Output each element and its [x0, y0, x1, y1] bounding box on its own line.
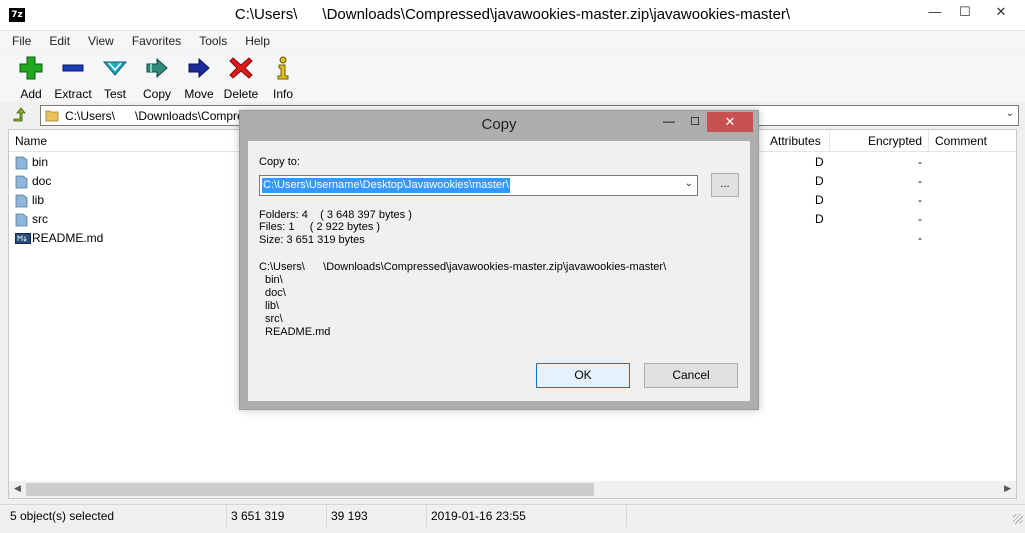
status-size: 3 651 319 — [227, 505, 327, 527]
menu-bar: File Edit View Favorites Tools Help — [0, 31, 1025, 51]
copy-label: Copy — [142, 87, 171, 101]
delete-button[interactable]: Delete — [220, 52, 262, 102]
file-encrypted: - — [918, 193, 922, 207]
add-icon — [19, 56, 43, 80]
scroll-right-icon[interactable]: ▶ — [1004, 483, 1011, 494]
size-summary: Size: 3 651 319 bytes — [259, 234, 365, 246]
menu-favorites[interactable]: Favorites — [130, 33, 183, 49]
source-item: src\ — [265, 313, 283, 325]
scroll-left-icon[interactable]: ◀ — [14, 483, 21, 494]
scrollbar-thumb[interactable] — [26, 483, 594, 496]
add-label: Add — [20, 87, 42, 101]
file-attributes: D — [815, 155, 824, 169]
delete-icon — [229, 57, 253, 79]
file-encrypted: - — [918, 212, 922, 226]
move-icon — [188, 57, 210, 79]
destination-combobox[interactable]: C:\Users\Username\Desktop\Javawookies\ma… — [259, 175, 698, 196]
folder-icon — [45, 110, 59, 122]
file-encrypted: - — [918, 174, 922, 188]
browse-button[interactable]: ... — [711, 173, 739, 197]
test-button[interactable]: Test — [94, 52, 136, 102]
menu-help[interactable]: Help — [243, 33, 272, 49]
folder-icon — [15, 175, 28, 189]
move-label: Move — [184, 87, 214, 101]
title-bar: 7z C:\Users\ \Downloads\Compressed\javaw… — [0, 0, 1025, 31]
test-icon — [102, 61, 128, 76]
status-bar: 5 object(s) selected 3 651 319 39 193 20… — [0, 504, 1025, 527]
resize-grip-icon[interactable] — [1013, 514, 1023, 524]
minimize-button[interactable]: — — [920, 0, 950, 24]
extract-label: Extract — [54, 87, 92, 101]
status-modified: 2019-01-16 23:55 — [427, 505, 627, 527]
cancel-button[interactable]: Cancel — [644, 363, 738, 388]
dialog-maximize-button[interactable]: ☐ — [684, 111, 706, 133]
chevron-down-icon[interactable]: ⌄ — [685, 178, 693, 189]
folder-icon — [15, 213, 28, 227]
info-button[interactable]: Info — [262, 52, 304, 102]
file-attributes: D — [815, 212, 824, 226]
copy-to-label: Copy to: — [259, 156, 300, 168]
file-name: doc — [32, 174, 52, 188]
source-path: C:\Users\ \Downloads\Compressed\javawook… — [259, 261, 667, 273]
column-attributes[interactable]: Attributes — [764, 130, 830, 152]
horizontal-scrollbar[interactable]: ◀ ▶ — [9, 481, 1016, 498]
status-packed-size: 39 193 — [327, 505, 427, 527]
file-name: bin — [32, 155, 49, 169]
menu-edit[interactable]: Edit — [47, 33, 72, 49]
dialog-body: Copy to: C:\Users\Username\Desktop\Javaw… — [248, 141, 750, 401]
dialog-close-button[interactable]: ✕ — [707, 112, 753, 132]
ok-button[interactable]: OK — [536, 363, 630, 388]
column-name[interactable]: Name — [9, 130, 240, 152]
column-comment[interactable]: Comment — [929, 130, 1016, 152]
file-attributes: D — [815, 174, 824, 188]
source-item: README.md — [265, 326, 331, 338]
window-title: C:\Users\ \Downloads\Compressed\javawook… — [234, 6, 791, 23]
toolbar: Add Extract Test Copy Move Delete Info — [0, 52, 1025, 102]
destination-path[interactable]: C:\Users\Username\Desktop\Javawookies\ma… — [262, 178, 510, 193]
address-path: C:\Users\ \Downloads\Compre — [65, 109, 244, 123]
status-selected: 5 object(s) selected — [6, 505, 227, 527]
move-button[interactable]: Move — [178, 52, 220, 102]
file-name: lib — [32, 193, 45, 207]
dialog-minimize-button[interactable]: — — [656, 111, 682, 133]
add-button[interactable]: Add — [10, 52, 52, 102]
info-label: Info — [272, 87, 293, 101]
folder-icon — [15, 194, 28, 208]
file-encrypted: - — [918, 231, 922, 245]
menu-view[interactable]: View — [86, 33, 116, 49]
copy-dialog: Copy — ☐ ✕ Copy to: C:\Users\Username\De… — [239, 110, 759, 410]
source-item: bin\ — [265, 274, 283, 286]
extract-button[interactable]: Extract — [52, 52, 94, 102]
file-encrypted: - — [918, 155, 922, 169]
close-button[interactable]: ✕ — [986, 0, 1016, 24]
source-item: lib\ — [265, 300, 280, 312]
test-label: Test — [103, 87, 126, 101]
source-item: doc\ — [265, 287, 286, 299]
info-icon — [277, 56, 289, 80]
extract-icon — [62, 64, 84, 72]
file-name: src — [32, 212, 48, 226]
file-name: README.md — [32, 231, 104, 245]
delete-label: Delete — [223, 87, 259, 101]
menu-file[interactable]: File — [10, 33, 33, 49]
markdown-file-icon — [15, 233, 31, 244]
up-folder-icon[interactable] — [12, 107, 28, 123]
chevron-down-icon[interactable]: ⌄ — [1006, 108, 1014, 119]
column-encrypted[interactable]: Encrypted — [830, 130, 929, 152]
copy-button[interactable]: Copy — [136, 52, 178, 102]
file-attributes: D — [815, 193, 824, 207]
copy-icon — [146, 57, 168, 79]
folder-icon — [15, 156, 28, 170]
maximize-button[interactable]: ☐ — [950, 0, 980, 24]
files-summary: Files: 1 ( 2 922 bytes ) — [259, 221, 381, 233]
menu-tools[interactable]: Tools — [197, 33, 229, 49]
